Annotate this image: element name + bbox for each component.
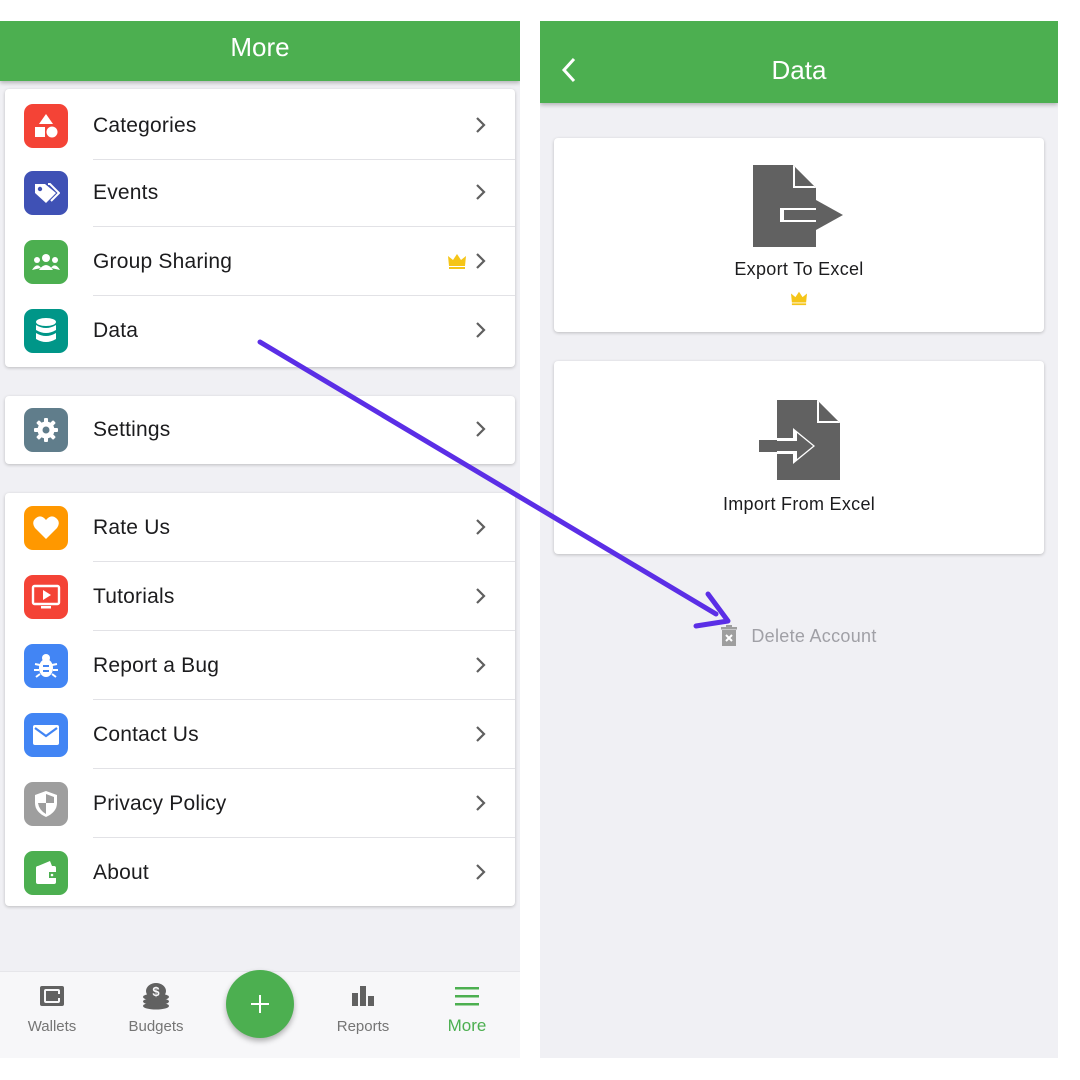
tab-label: More (447, 1016, 487, 1035)
tab-wallets[interactable]: Wallets (7, 982, 97, 1035)
menu-item-label: Privacy Policy (93, 792, 227, 815)
menu-item-report-bug[interactable]: Report a Bug (5, 631, 515, 700)
crown-icon (791, 291, 807, 306)
menu-item-categories[interactable]: Categories (5, 91, 515, 160)
crown-icon (448, 254, 466, 269)
tab-reports[interactable]: Reports (318, 982, 408, 1035)
file-export-icon (753, 165, 843, 247)
delete-account-label: Delete Account (751, 625, 877, 646)
bar-chart-icon (318, 982, 408, 1010)
menu-item-settings[interactable]: Settings (5, 395, 515, 464)
chevron-right-icon (476, 253, 486, 269)
chevron-right-icon (476, 864, 486, 880)
mail-icon (24, 713, 68, 757)
menu-item-label: Events (93, 181, 159, 204)
group-icon (24, 240, 68, 284)
chevron-right-icon (476, 588, 486, 604)
menu-item-label: Categories (93, 114, 197, 137)
more-screen: More Categories Events Group Sharing Dat… (0, 21, 520, 1058)
tags-icon (24, 171, 68, 215)
delete-account-button[interactable]: Delete Account (540, 625, 1058, 647)
more-header: More (0, 21, 520, 81)
data-screen: Data Export To Excel Import From Excel D… (540, 21, 1058, 1058)
menu-item-contact-us[interactable]: Contact Us (5, 700, 515, 769)
heart-icon (24, 506, 68, 550)
menu-item-data[interactable]: Data (5, 296, 515, 365)
menu-item-label: Data (93, 319, 139, 342)
tab-more[interactable]: More (422, 982, 512, 1036)
bottom-tab-bar: Wallets $ Budgets Reports More (0, 970, 520, 1058)
tab-label: Reports (336, 1018, 390, 1035)
coins-icon: $ (111, 982, 201, 1010)
menu-item-label: Tutorials (93, 585, 175, 608)
menu-item-events[interactable]: Events (5, 158, 515, 227)
file-import-icon (759, 400, 840, 480)
trash-icon (721, 625, 738, 646)
gear-icon (24, 408, 68, 452)
menu-item-label: About (93, 861, 149, 884)
add-transaction-button[interactable] (226, 970, 294, 1038)
menu-group-1: Categories Events Group Sharing Data (5, 89, 515, 367)
export-label: Export To Excel (734, 259, 864, 279)
menu-item-rate-us[interactable]: Rate Us (5, 493, 515, 562)
chevron-right-icon (476, 657, 486, 673)
data-header: Data (540, 21, 1058, 103)
chevron-right-icon (476, 519, 486, 535)
tab-label: Wallets (27, 1018, 77, 1035)
tab-label: Budgets (128, 1018, 184, 1035)
chevron-right-icon (476, 184, 486, 200)
page-title: Data (771, 55, 827, 85)
chevron-right-icon (476, 117, 486, 133)
menu-group-3: Rate Us Tutorials Report a Bug Contact U… (5, 493, 515, 906)
chevron-right-icon (476, 726, 486, 742)
svg-text:$: $ (152, 984, 160, 999)
shapes-icon (24, 104, 68, 148)
import-excel-card[interactable]: Import From Excel (554, 361, 1044, 554)
menu-item-tutorials[interactable]: Tutorials (5, 562, 515, 631)
chevron-right-icon (476, 795, 486, 811)
plus-icon (251, 995, 269, 1013)
chevron-right-icon (476, 421, 486, 437)
page-title: More (230, 32, 290, 62)
menu-group-2: Settings (5, 396, 515, 464)
wallet-icon (24, 851, 68, 895)
menu-item-label: Group Sharing (93, 250, 233, 273)
menu-item-group-sharing[interactable]: Group Sharing (5, 227, 515, 296)
video-icon (24, 575, 68, 619)
tab-budgets[interactable]: $ Budgets (111, 982, 201, 1035)
menu-item-label: Settings (93, 418, 171, 441)
menu-item-label: Report a Bug (93, 654, 220, 677)
menu-item-label: Contact Us (93, 723, 199, 746)
database-icon (24, 309, 68, 353)
chevron-right-icon (476, 322, 486, 338)
menu-item-about[interactable]: About (5, 838, 515, 907)
shield-icon (24, 782, 68, 826)
menu-item-label: Rate Us (93, 516, 171, 539)
menu-icon (422, 982, 512, 1010)
menu-item-privacy-policy[interactable]: Privacy Policy (5, 769, 515, 838)
wallet-icon (7, 982, 97, 1010)
bug-icon (24, 644, 68, 688)
import-label: Import From Excel (722, 494, 876, 514)
export-excel-card[interactable]: Export To Excel (554, 138, 1044, 332)
